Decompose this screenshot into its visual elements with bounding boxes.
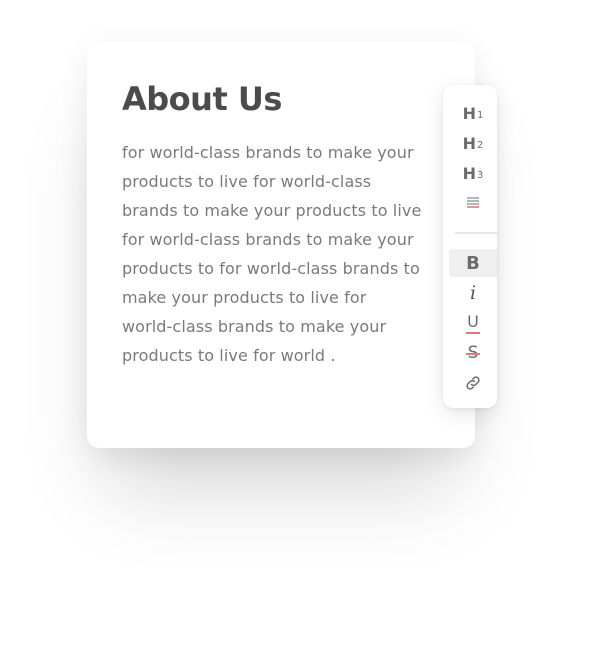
link-icon	[466, 376, 480, 390]
heading-1-button[interactable]: H1	[449, 99, 497, 127]
italic-icon: i	[469, 282, 477, 304]
heading-1-main: H	[462, 103, 476, 123]
italic-button[interactable]: i	[449, 279, 497, 307]
underline-button[interactable]: U	[449, 309, 497, 337]
heading-3-main: H	[462, 163, 476, 183]
link-button[interactable]	[449, 369, 497, 397]
toolbar-divider	[455, 232, 497, 234]
heading-3-button[interactable]: H3	[449, 159, 497, 187]
format-toolbar: H1 H2 H3 B i U S	[443, 85, 497, 408]
heading-3-sub: 3	[477, 169, 484, 181]
align-justify-icon	[467, 197, 479, 208]
bold-icon: B	[466, 252, 480, 274]
bold-button[interactable]: B	[449, 249, 497, 277]
heading-2-sub: 2	[477, 139, 484, 151]
underline-icon: U	[466, 312, 480, 334]
strikethrough-button[interactable]: S	[449, 339, 497, 367]
heading-2-main: H	[462, 133, 476, 153]
paragraph-align-button[interactable]	[449, 189, 497, 217]
card-title: About Us	[122, 80, 282, 118]
strikethrough-icon: S	[465, 343, 481, 363]
stage: About Us for world-class brands to make …	[0, 0, 608, 672]
heading-1-sub: 1	[477, 109, 484, 121]
about-card: About Us for world-class brands to make …	[87, 42, 475, 448]
card-body-text[interactable]: for world-class brands to make your prod…	[122, 138, 422, 370]
heading-2-button[interactable]: H2	[449, 129, 497, 157]
